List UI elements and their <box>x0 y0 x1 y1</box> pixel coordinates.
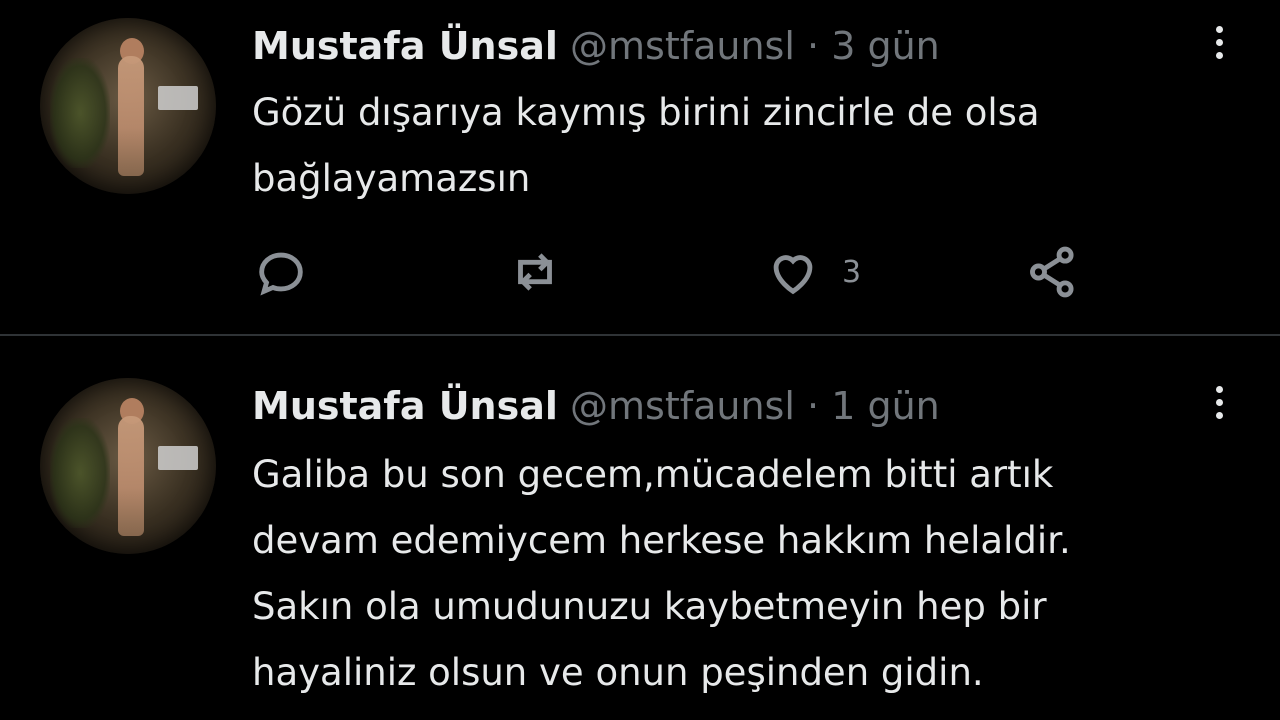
retweet-icon <box>518 253 552 291</box>
author-handle[interactable]: @mstfaunsl <box>570 384 795 428</box>
share-button[interactable] <box>1024 240 1082 304</box>
separator-dot: · <box>807 384 820 428</box>
author-name[interactable]: Mustafa Ünsal <box>252 24 558 68</box>
retweet-button[interactable] <box>506 240 564 304</box>
tweet-time[interactable]: 3 gün <box>831 24 940 68</box>
avatar[interactable] <box>40 378 216 554</box>
share-icon <box>1030 246 1074 298</box>
like-count: 3 <box>842 254 862 290</box>
more-options-icon[interactable] <box>1204 380 1234 424</box>
tweet-actions: 3 <box>252 240 1152 304</box>
avatar-figure <box>118 56 144 176</box>
avatar-sign <box>158 446 198 470</box>
avatar-figure <box>118 416 144 536</box>
author-handle[interactable]: @mstfaunsl <box>570 24 795 68</box>
tweet-header: Mustafa Ünsal @mstfaunsl · 3 gün <box>252 24 940 68</box>
avatar-plant <box>50 418 110 528</box>
reply-button[interactable] <box>252 240 310 304</box>
avatar[interactable] <box>40 18 216 194</box>
tweet-time[interactable]: 1 gün <box>831 384 940 428</box>
avatar-plant <box>50 58 110 168</box>
avatar-sign <box>158 86 198 110</box>
author-name[interactable]: Mustafa Ünsal <box>252 384 558 428</box>
separator-dot: · <box>807 24 820 68</box>
tweet-2[interactable]: Mustafa Ünsal @mstfaunsl · 1 gün Galiba … <box>0 336 1280 720</box>
tweet-header: Mustafa Ünsal @mstfaunsl · 1 gün <box>252 384 940 428</box>
tweet-1[interactable]: Mustafa Ünsal @mstfaunsl · 3 gün Gözü dı… <box>0 0 1280 334</box>
tweet-text: Galiba bu son gecem,mücadelem bitti artı… <box>252 453 1071 694</box>
like-button[interactable]: 3 <box>764 240 861 304</box>
tweet-text: Gözü dışarıya kaymış birini zincirle de … <box>252 91 1040 200</box>
heart-icon <box>773 255 813 295</box>
reply-icon <box>259 252 303 296</box>
more-options-icon[interactable] <box>1204 20 1234 64</box>
